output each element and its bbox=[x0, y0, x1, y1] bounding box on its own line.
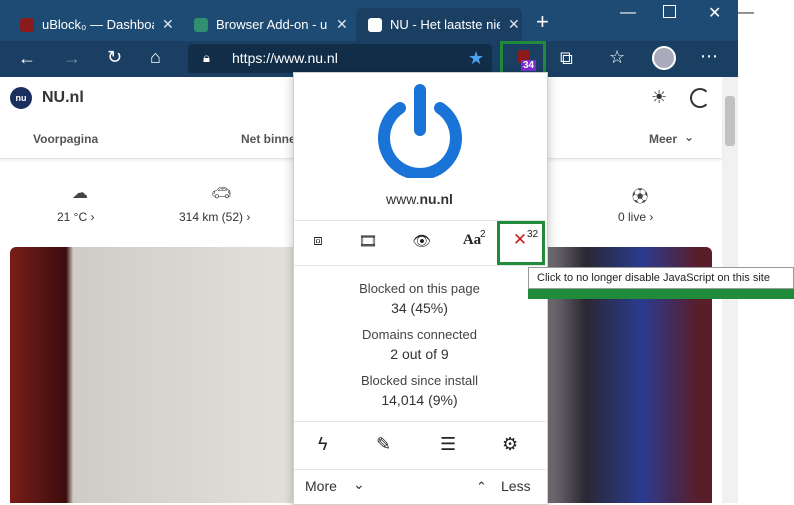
nu-logo[interactable]: nu bbox=[10, 87, 32, 109]
weather-link[interactable]: 21 °C › bbox=[57, 210, 94, 224]
logger-icon[interactable]: ☰ bbox=[440, 434, 456, 455]
tab-title: NU - Het laatste nieuws bbox=[390, 17, 500, 32]
live-icon: ⚽︎ bbox=[632, 189, 649, 206]
popup-blocking-icon[interactable]: ⧈ bbox=[303, 232, 333, 254]
scrollbar-thumb[interactable] bbox=[725, 96, 735, 146]
new-tab-button[interactable]: + bbox=[536, 9, 549, 35]
tab-title: uBlock₀ — Dashboard bbox=[42, 17, 154, 32]
tooltip-highlight-bar bbox=[528, 289, 794, 299]
close-icon[interactable]: ✕ bbox=[508, 16, 520, 33]
more-button[interactable]: More bbox=[305, 478, 337, 494]
tab-ublock-dashboard[interactable]: uBlock₀ — Dashboard ✕ bbox=[8, 8, 178, 41]
stat-value: 34 (45%) bbox=[391, 300, 448, 316]
star-icon[interactable]: ★ bbox=[468, 48, 484, 69]
close-window-icon[interactable]: ✕ bbox=[708, 3, 721, 23]
stat-label: Domains connected bbox=[362, 327, 477, 342]
media-blocking-icon[interactable]: 🎞︎ bbox=[353, 232, 383, 254]
traffic-link[interactable]: 314 km (52) › bbox=[179, 210, 250, 224]
stat-value: 2 out of 9 bbox=[390, 346, 449, 362]
divider bbox=[294, 265, 546, 266]
tooltip: Click to no longer disable JavaScript on… bbox=[528, 267, 794, 289]
eyedropper-icon[interactable]: ✎ bbox=[376, 434, 391, 455]
site-title[interactable]: NU.nl bbox=[42, 89, 84, 107]
minimize-icon[interactable]: — bbox=[738, 4, 754, 22]
hostname-domain: nu.nl bbox=[419, 191, 453, 207]
power-switch-icon[interactable] bbox=[372, 82, 468, 178]
theme-toggle-icon[interactable]: ☀ bbox=[651, 87, 667, 108]
cosmetic-filtering-icon[interactable]: 👁︎ bbox=[407, 232, 437, 254]
loading-spinner-icon bbox=[690, 88, 710, 108]
nav-net-binnen[interactable]: Net binnen bbox=[241, 132, 293, 146]
js-count: 32 bbox=[527, 229, 539, 240]
hostname-prefix: www. bbox=[386, 191, 420, 207]
refresh-icon[interactable]: ↻ bbox=[107, 48, 122, 66]
window-controls: — bbox=[738, 0, 794, 503]
stat-value: 14,014 (9%) bbox=[381, 392, 458, 408]
divider bbox=[294, 421, 546, 422]
popup-hostname: www.nu.nl bbox=[293, 191, 546, 207]
live-link[interactable]: 0 live › bbox=[618, 210, 653, 224]
lightning-icon[interactable]: ϟ bbox=[318, 434, 328, 455]
chevron-up-icon[interactable]: ⌃ bbox=[476, 479, 487, 495]
forward-icon[interactable]: → bbox=[63, 49, 81, 67]
cloud-icon: ☁ bbox=[72, 185, 88, 202]
less-button[interactable]: Less bbox=[501, 478, 531, 494]
menu-icon[interactable]: ⋯ bbox=[700, 47, 718, 65]
minimize-icon[interactable]: — bbox=[620, 4, 636, 22]
tab-nu[interactable]: NU - Het laatste nieuws ✕ bbox=[356, 8, 522, 41]
url-text[interactable]: https://www.nu.nl bbox=[232, 50, 338, 66]
profile-avatar[interactable] bbox=[652, 46, 676, 70]
addon-favicon bbox=[194, 17, 208, 32]
fonts-count: 2 bbox=[480, 229, 486, 240]
close-icon[interactable]: ✕ bbox=[162, 16, 174, 33]
nav-voorpagina[interactable]: Voorpagina bbox=[33, 132, 98, 146]
settings-icon[interactable]: ⚙ bbox=[502, 434, 518, 455]
tab-title: Browser Add-on - uBlock Origin bbox=[216, 17, 328, 32]
extensions-icon[interactable]: ⧉ bbox=[560, 49, 573, 67]
favorites-icon[interactable]: ☆ bbox=[609, 48, 625, 66]
nav-meer[interactable]: Meer bbox=[649, 132, 677, 146]
tab-browser-addon[interactable]: Browser Add-on - uBlock Origin ✕ bbox=[182, 8, 352, 41]
traffic-icon: 🚗︎ bbox=[211, 185, 232, 202]
divider bbox=[294, 469, 546, 470]
nu-favicon bbox=[368, 17, 382, 32]
close-icon[interactable]: ✕ bbox=[336, 16, 348, 33]
ublock-favicon bbox=[20, 17, 34, 32]
stat-label: Blocked since install bbox=[360, 373, 479, 388]
maximize-icon[interactable] bbox=[663, 5, 676, 18]
lock-icon[interactable]: 🔒︎ bbox=[203, 50, 210, 66]
chevron-down-icon[interactable]: ⌄ bbox=[684, 130, 694, 144]
home-icon[interactable]: ⌂ bbox=[150, 48, 161, 66]
chevron-down-icon[interactable]: ⌄ bbox=[353, 476, 365, 493]
back-icon[interactable]: ← bbox=[18, 49, 36, 67]
badge-count: 34 bbox=[521, 60, 537, 71]
stat-label: Blocked on this page bbox=[359, 281, 480, 296]
